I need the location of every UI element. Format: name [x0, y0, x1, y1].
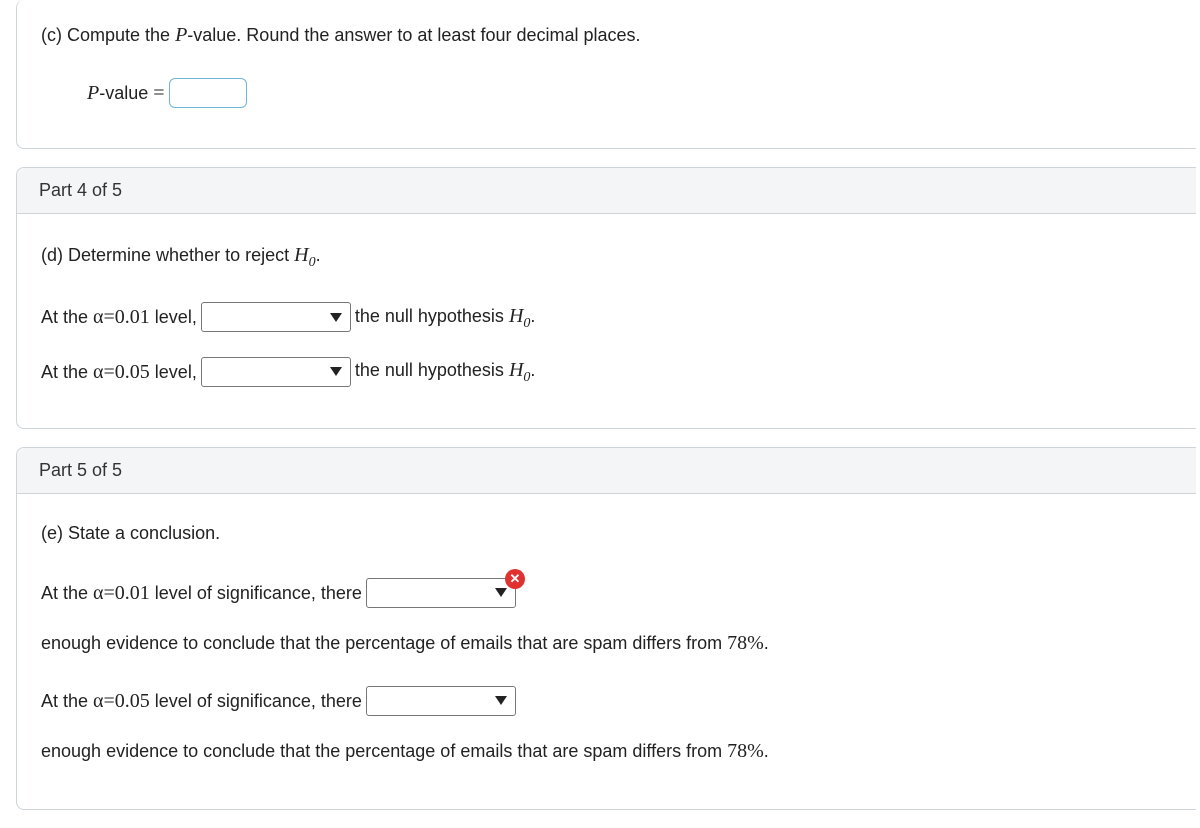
text: enough evidence to conclude that the per… — [41, 729, 769, 773]
text: At the α=0.05 level, — [41, 353, 197, 391]
conclusion-select-2[interactable] — [366, 686, 516, 716]
chevron-down-icon — [495, 588, 507, 597]
text: the null hypothesis H0. — [355, 297, 536, 338]
part-c-prompt: (c) Compute the P-value. Round the answe… — [41, 18, 1180, 52]
text: At the α=0.01 level, — [41, 298, 197, 336]
chevron-down-icon — [330, 313, 342, 322]
part-4-header: Part 4 of 5 — [17, 168, 1196, 214]
reject-row-2: At the α=0.05 level, the null hypothesis… — [41, 351, 1180, 392]
p-value-input[interactable] — [169, 78, 247, 108]
equals: = — [153, 82, 164, 104]
text: (d) Determine whether to reject — [41, 245, 294, 265]
part-4-panel: Part 4 of 5 (d) Determine whether to rej… — [16, 167, 1196, 429]
text: -value. Round the answer to at least fou… — [187, 25, 640, 45]
text: (c) Compute the — [41, 25, 175, 45]
dot: . — [316, 245, 321, 265]
text: enough evidence to conclude that the per… — [41, 621, 769, 665]
part-c-panel: (c) Compute the P-value. Round the answe… — [16, 0, 1196, 149]
error-icon: ✕ — [505, 569, 525, 589]
part-e-prompt: (e) State a conclusion. — [41, 518, 1180, 549]
text: -value — [99, 83, 148, 103]
part-5-panel: Part 5 of 5 (e) State a conclusion. At t… — [16, 447, 1196, 810]
text: the null hypothesis H0. — [355, 351, 536, 392]
chevron-down-icon — [495, 696, 507, 705]
reject-select-1[interactable] — [201, 302, 351, 332]
p-value-row: P-value = — [87, 74, 1180, 112]
text: At the α=0.01 level of significance, the… — [41, 571, 362, 615]
conclusion-select-1[interactable]: ✕ — [366, 578, 516, 608]
part-d-prompt: (d) Determine whether to reject H0. — [41, 238, 1180, 275]
reject-select-2[interactable] — [201, 357, 351, 387]
part-5-header: Part 5 of 5 — [17, 448, 1196, 494]
chevron-down-icon — [330, 367, 342, 376]
text: At the α=0.05 level of significance, the… — [41, 679, 362, 723]
reject-row-1: At the α=0.01 level, the null hypothesis… — [41, 297, 1180, 338]
p-var: P — [87, 82, 99, 104]
conclusion-row-2: At the α=0.05 level of significance, the… — [41, 679, 1180, 773]
conclusion-row-1: At the α=0.01 level of significance, the… — [41, 571, 1180, 665]
h0: H0 — [294, 244, 315, 266]
p-var: P — [175, 24, 187, 46]
p-value-label: P-value = — [87, 74, 165, 112]
